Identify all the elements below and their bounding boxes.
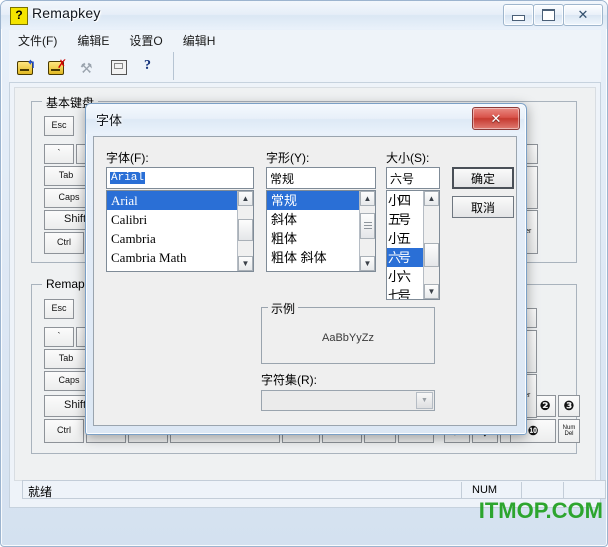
screen-button[interactable] xyxy=(106,55,132,79)
size-list-item[interactable]: 小六 xyxy=(387,267,423,286)
style-list-items: 常规 斜体 粗体 粗体 斜体 xyxy=(267,191,359,271)
scroll-down-icon[interactable]: ▼ xyxy=(424,284,439,299)
font-label: 字体(F): xyxy=(106,151,149,165)
scroll-up-icon[interactable]: ▲ xyxy=(424,191,439,206)
chevron-down-icon[interactable]: ▼ xyxy=(416,392,433,409)
minimize-icon xyxy=(504,5,533,25)
help-button[interactable]: ? xyxy=(137,55,163,79)
style-list-item[interactable]: 常规 xyxy=(267,191,359,210)
style-list-item[interactable]: 粗体 xyxy=(267,229,359,248)
sample-label: 示例 xyxy=(268,300,299,317)
build-button[interactable]: ⚒ xyxy=(75,55,101,79)
size-list-item[interactable]: 七号 xyxy=(387,286,423,299)
window-title: Remapkey xyxy=(32,5,101,21)
app-icon: ? xyxy=(10,7,28,25)
menu-item-help[interactable]: 编辑H xyxy=(174,30,225,51)
status-bar: 就绪 NUM xyxy=(22,480,606,499)
sample-text: AaBbYyZz xyxy=(322,332,374,344)
font-dialog-title-bar: 字体 ✕ xyxy=(86,104,524,134)
hammer-icon: ⚒ xyxy=(80,60,93,76)
remapped-key-backquote[interactable]: ` xyxy=(44,327,74,347)
size-input-value: 六号 xyxy=(390,171,415,186)
restore-key-button[interactable]: ↰ xyxy=(13,55,39,79)
menu-item-settings[interactable]: 设置O xyxy=(120,30,171,51)
style-list-item[interactable]: 斜体 xyxy=(267,210,359,229)
size-list-item[interactable]: 小五 xyxy=(387,229,423,248)
tool-bar: ↰ ✗ ⚒ ? xyxy=(9,51,601,82)
size-list-item[interactable]: 六号 xyxy=(387,248,423,267)
font-list-scrollbar[interactable]: ▲ ▼ xyxy=(237,191,253,271)
size-input[interactable]: 六号 xyxy=(386,167,440,189)
remapped-key-numpad-3[interactable]: ❸ xyxy=(558,395,580,417)
style-input[interactable]: 常规 xyxy=(266,167,376,189)
sample-group: 示例 AaBbYyZz xyxy=(261,300,435,364)
font-list-item[interactable]: Cambria Math xyxy=(107,248,237,267)
size-label: 大小(S): xyxy=(386,151,430,165)
scroll-up-icon[interactable]: ▲ xyxy=(238,191,253,206)
scroll-down-icon[interactable]: ▼ xyxy=(238,256,253,271)
key-esc[interactable]: Esc xyxy=(44,116,74,136)
size-list-items: 小四 五号 小五 六号 小六 七号 八号 xyxy=(387,191,423,299)
font-list-items: Arial Calibri Cambria Cambria Math xyxy=(107,191,237,271)
style-list-item[interactable]: 粗体 斜体 xyxy=(267,248,359,267)
ok-button[interactable]: 确定 xyxy=(452,167,514,189)
scroll-thumb[interactable] xyxy=(360,213,375,239)
scroll-thumb[interactable] xyxy=(238,219,253,241)
title-bar: ? Remapkey ✕ xyxy=(1,1,607,29)
menu-item-edit[interactable]: 编辑E xyxy=(68,30,118,51)
style-listbox[interactable]: 常规 斜体 粗体 粗体 斜体 ▲ ▼ xyxy=(266,190,376,272)
charset-label: 字符集(R): xyxy=(261,373,317,387)
minimize-button[interactable] xyxy=(503,4,534,26)
scroll-up-icon[interactable]: ▲ xyxy=(360,191,375,206)
font-listbox[interactable]: Arial Calibri Cambria Cambria Math ▲ ▼ xyxy=(106,190,254,272)
remapped-key-ctrl[interactable]: Ctrl xyxy=(44,419,84,443)
key-backquote[interactable]: ` xyxy=(44,144,74,164)
key-tab[interactable]: Tab xyxy=(44,166,88,186)
key-restore-icon: ↰ xyxy=(16,58,36,76)
status-cell-caps xyxy=(521,482,564,498)
remapped-key-numpad-del[interactable]: Num Del xyxy=(558,419,580,443)
scroll-thumb[interactable] xyxy=(424,243,439,267)
maximize-button[interactable] xyxy=(533,4,564,26)
close-icon: ✕ xyxy=(577,7,589,22)
key-ctrl[interactable]: Ctrl xyxy=(44,232,84,254)
remapped-key-esc[interactable]: Esc xyxy=(44,299,74,319)
question-help-icon: ? xyxy=(144,58,151,73)
cancel-button[interactable]: 取消 xyxy=(452,196,514,218)
status-cell-scroll xyxy=(563,482,606,498)
font-list-item[interactable]: Calibri xyxy=(107,210,237,229)
font-dialog-body: 字体(F): Arial Arial Calibri Cambria Cambr… xyxy=(93,136,517,426)
size-list-item[interactable]: 五号 xyxy=(387,210,423,229)
font-list-item[interactable]: Arial xyxy=(107,191,237,210)
font-dialog-title: 字体 xyxy=(96,113,123,128)
status-num-label: NUM xyxy=(472,484,498,496)
font-dialog-close-button[interactable]: ✕ xyxy=(472,107,520,130)
font-dialog: 字体 ✕ 字体(F): Arial Arial Calibri Cambria … xyxy=(85,103,527,435)
size-listbox[interactable]: 小四 五号 小五 六号 小六 七号 八号 ▲ ▼ xyxy=(386,190,440,300)
style-list-scrollbar[interactable]: ▲ ▼ xyxy=(359,191,375,271)
remapped-key-numpad-2[interactable]: ❷ xyxy=(534,395,556,417)
style-input-value: 常规 xyxy=(270,171,295,186)
delete-key-button[interactable]: ✗ xyxy=(44,55,70,79)
maximize-icon xyxy=(534,5,563,25)
screen-icon xyxy=(109,58,129,76)
key-delete-icon: ✗ xyxy=(47,57,67,76)
size-list-scrollbar[interactable]: ▲ ▼ xyxy=(423,191,439,299)
font-list-item[interactable]: Cambria xyxy=(107,229,237,248)
status-cell-num: NUM xyxy=(461,482,522,498)
size-list-item[interactable]: 小四 xyxy=(387,191,423,210)
close-icon: ✕ xyxy=(490,110,502,126)
font-input[interactable]: Arial xyxy=(106,167,254,189)
menu-item-file[interactable]: 文件(F) xyxy=(9,30,66,51)
close-button[interactable]: ✕ xyxy=(563,4,603,26)
scroll-down-icon[interactable]: ▼ xyxy=(360,256,375,271)
style-label: 字形(Y): xyxy=(266,151,310,165)
application-window: ? Remapkey ✕ 文件(F) 编辑E 设置O 编辑H ↰ ✗ ⚒ ? 基… xyxy=(0,0,608,547)
remapped-key-tab[interactable]: Tab xyxy=(44,349,88,369)
menu-bar: 文件(F) 编辑E 设置O 编辑H xyxy=(9,30,601,51)
status-message: 就绪 xyxy=(28,485,53,499)
font-input-value: Arial xyxy=(110,172,146,184)
charset-combobox[interactable]: ▼ xyxy=(261,390,435,411)
toolbar-strip: ↰ ✗ ⚒ ? xyxy=(13,52,174,80)
